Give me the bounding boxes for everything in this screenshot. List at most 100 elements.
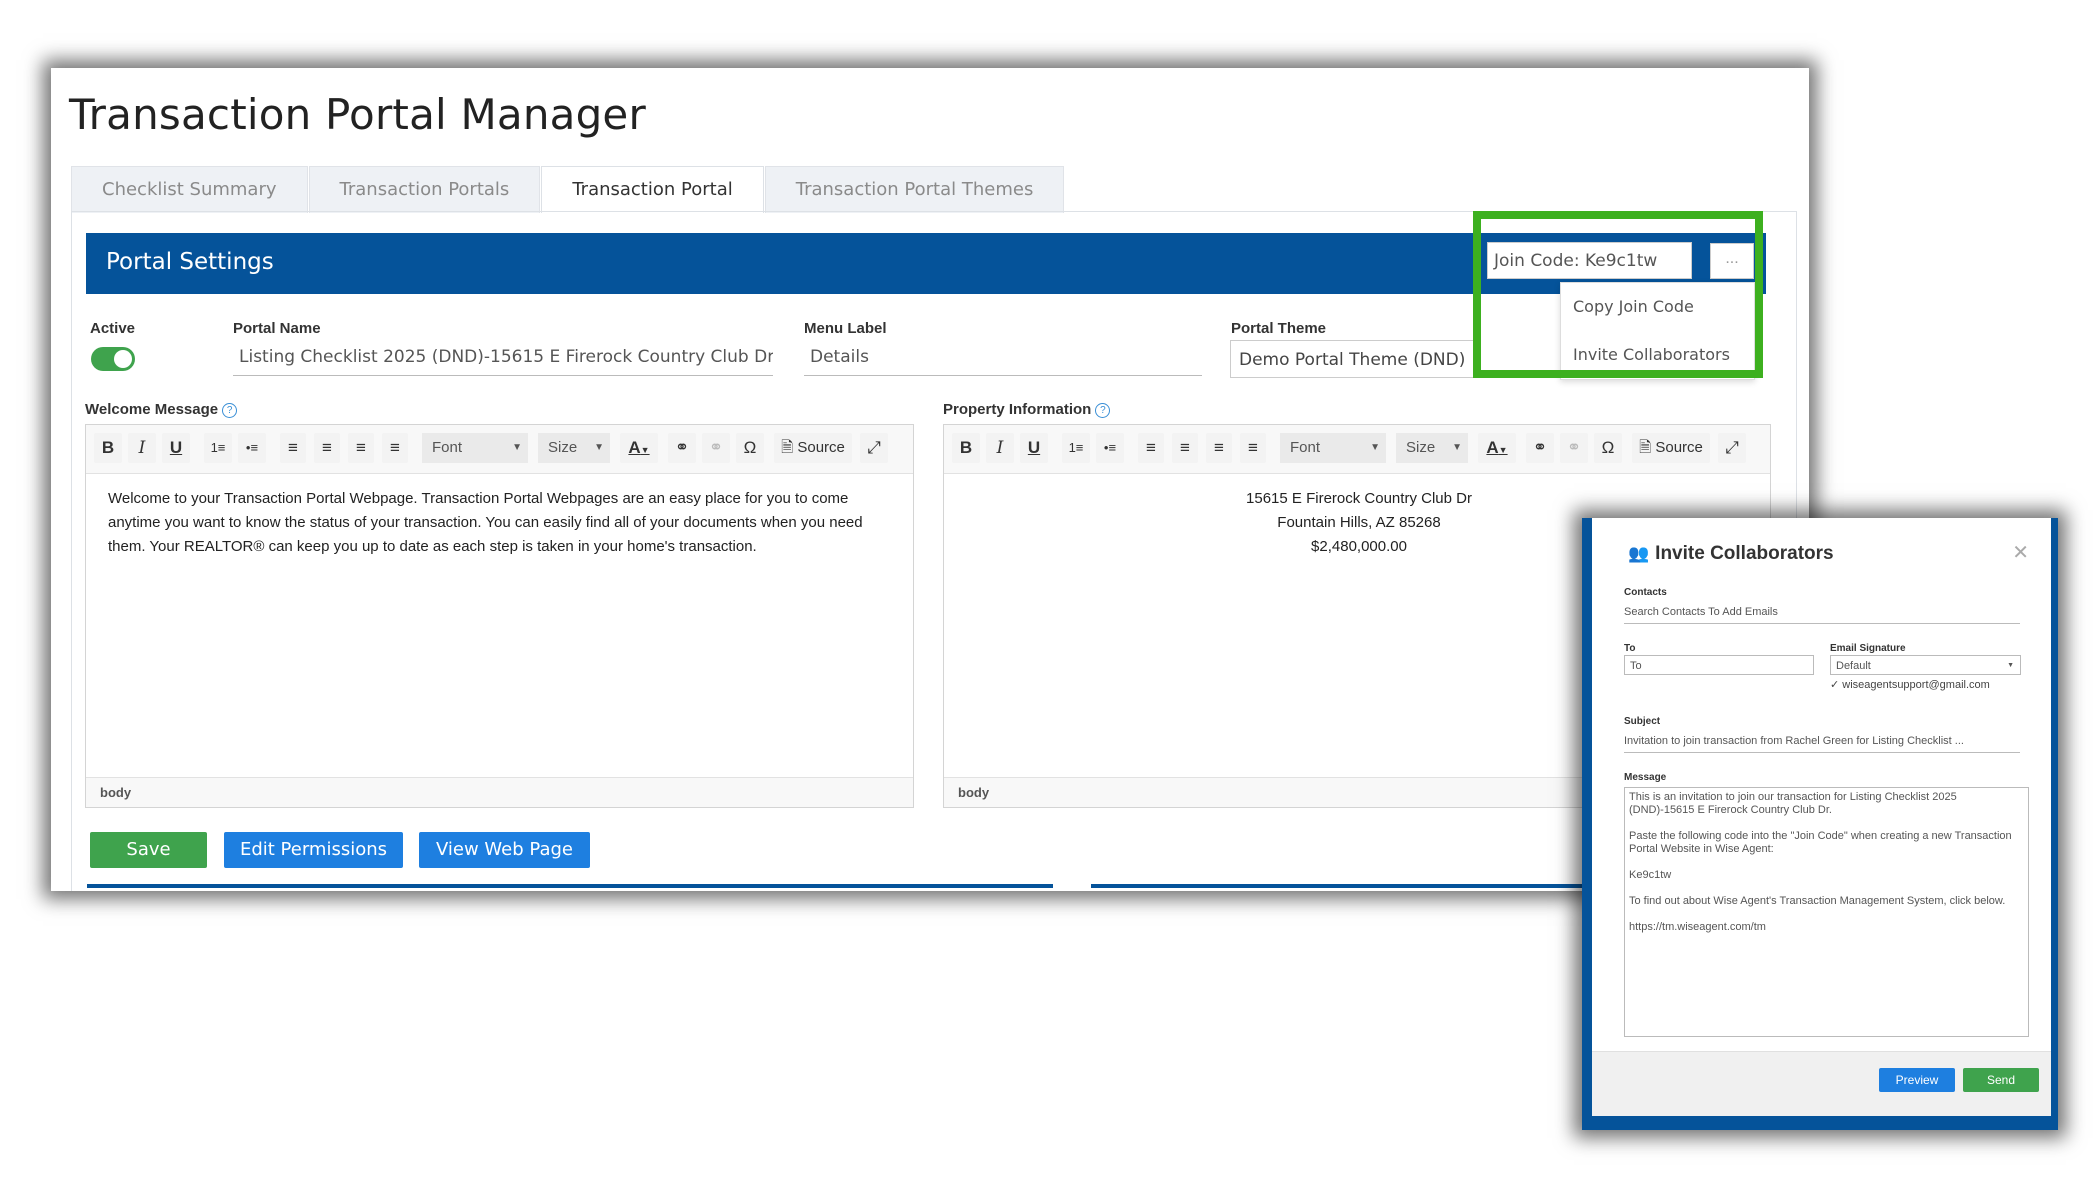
message-paragraph: This is an invitation to join our transa… bbox=[1629, 791, 1957, 816]
section-divider bbox=[1091, 884, 1591, 888]
unlink-icon[interactable]: ⚭ bbox=[702, 433, 730, 463]
property-information-label-text: Property Information bbox=[943, 401, 1092, 418]
help-icon[interactable]: ? bbox=[222, 403, 238, 418]
view-web-page-button[interactable]: View Web Page bbox=[419, 832, 590, 868]
source-label: Source bbox=[1655, 439, 1703, 456]
numbered-list-icon[interactable]: 1≡ bbox=[1062, 433, 1090, 463]
chevron-down-icon: ▼ bbox=[1370, 442, 1380, 453]
message-join-code: Ke9c1tw bbox=[1629, 869, 1672, 881]
signature-email-text: wiseagentsupport@gmail.com bbox=[1842, 679, 1990, 691]
chevron-down-icon: ▼ bbox=[2007, 662, 2014, 669]
bulleted-list-icon[interactable]: •≡ bbox=[1096, 433, 1124, 463]
editor-status-bar: body bbox=[86, 777, 913, 807]
send-button[interactable]: Send bbox=[1963, 1068, 2039, 1092]
email-signature-select[interactable]: Default ▼ bbox=[1830, 655, 2021, 675]
portal-name-label: Portal Name bbox=[233, 320, 321, 337]
source-button[interactable]: 🗎 Source bbox=[1632, 433, 1710, 463]
size-select[interactable]: Size ▼ bbox=[1396, 433, 1468, 463]
modal-title-text: Invite Collaborators bbox=[1655, 543, 1834, 564]
text-color-label: A bbox=[628, 438, 641, 457]
tab-transaction-portal-themes[interactable]: Transaction Portal Themes bbox=[764, 166, 1065, 213]
welcome-message-editor: B I U 1≡ •≡ ≡ ≡ ≡ ≡ Font ▼ Size ▼ A▼ ⚭ ⚭ Ω… bbox=[85, 424, 914, 808]
message-paragraph: To find out about Wise Agent's Transacti… bbox=[1629, 895, 2006, 907]
help-icon[interactable]: ? bbox=[1095, 403, 1111, 418]
text-color-button[interactable]: A▼ bbox=[1478, 433, 1516, 463]
size-select[interactable]: Size ▼ bbox=[538, 433, 610, 463]
tab-transaction-portal[interactable]: Transaction Portal bbox=[541, 166, 764, 213]
unlink-icon[interactable]: ⚭ bbox=[1560, 433, 1588, 463]
align-center-icon[interactable]: ≡ bbox=[1172, 433, 1198, 463]
email-signature-label: Email Signature bbox=[1830, 643, 1906, 654]
align-right-icon[interactable]: ≡ bbox=[1206, 433, 1232, 463]
property-information-label: Property Information? bbox=[943, 401, 1111, 418]
subject-label: Subject bbox=[1624, 716, 1661, 727]
size-select-label: Size bbox=[1406, 439, 1436, 456]
editor-toolbar: B I U 1≡ •≡ ≡ ≡ ≡ ≡ Font ▼ Size ▼ A▼ ⚭ ⚭ Ω… bbox=[944, 425, 1770, 474]
chevron-down-icon: ▼ bbox=[594, 442, 604, 453]
text-color-button[interactable]: A▼ bbox=[620, 433, 658, 463]
special-character-button[interactable]: Ω bbox=[736, 433, 764, 463]
tab-checklist-summary[interactable]: Checklist Summary bbox=[71, 166, 308, 213]
contacts-label: Contacts bbox=[1624, 587, 1667, 598]
subject-input[interactable]: Invitation to join transaction from Rach… bbox=[1624, 735, 2020, 753]
font-select-label: Font bbox=[1290, 439, 1321, 456]
to-label: To bbox=[1624, 643, 1636, 654]
chevron-down-icon: ▼ bbox=[512, 442, 522, 453]
toggle-knob bbox=[114, 350, 132, 368]
source-button[interactable]: 🗎 Source bbox=[774, 433, 852, 463]
portal-theme-select[interactable]: Demo Portal Theme (DND) bbox=[1230, 340, 1474, 378]
check-icon: ✓ bbox=[1830, 679, 1840, 691]
bulleted-list-icon[interactable]: •≡ bbox=[238, 433, 266, 463]
tab-bar: Checklist Summary Transaction Portals Tr… bbox=[71, 166, 1065, 213]
align-justify-icon[interactable]: ≡ bbox=[382, 433, 408, 463]
email-signature-value: Default bbox=[1836, 660, 1871, 672]
bold-button[interactable]: B bbox=[952, 433, 980, 463]
special-character-button[interactable]: Ω bbox=[1594, 433, 1622, 463]
align-left-icon[interactable]: ≡ bbox=[280, 433, 306, 463]
save-button[interactable]: Save bbox=[90, 832, 207, 868]
menu-label-input[interactable]: Details bbox=[804, 347, 1202, 376]
message-textarea[interactable]: This is an invitation to join our transa… bbox=[1624, 787, 2029, 1037]
maximize-icon[interactable]: ⤢ bbox=[1718, 433, 1746, 463]
edit-permissions-button[interactable]: Edit Permissions bbox=[224, 832, 403, 868]
page-title: Transaction Portal Manager bbox=[69, 90, 646, 139]
numbered-list-icon[interactable]: 1≡ bbox=[204, 433, 232, 463]
users-icon: 👥 bbox=[1628, 544, 1650, 563]
editor-toolbar: B I U 1≡ •≡ ≡ ≡ ≡ ≡ Font ▼ Size ▼ A▼ ⚭ ⚭ Ω… bbox=[86, 425, 913, 474]
align-right-icon[interactable]: ≡ bbox=[348, 433, 374, 463]
active-toggle[interactable] bbox=[91, 347, 135, 371]
link-icon[interactable]: ⚭ bbox=[1526, 433, 1554, 463]
welcome-message-content[interactable]: Welcome to your Transaction Portal Webpa… bbox=[108, 487, 895, 559]
align-center-icon[interactable]: ≡ bbox=[314, 433, 340, 463]
underline-button[interactable]: U bbox=[1020, 433, 1048, 463]
tab-transaction-portals[interactable]: Transaction Portals bbox=[308, 166, 541, 213]
message-paragraph: Paste the following code into the "Join … bbox=[1629, 830, 2012, 855]
chevron-down-icon: ▼ bbox=[640, 445, 650, 455]
italic-button[interactable]: I bbox=[986, 433, 1014, 463]
italic-button[interactable]: I bbox=[128, 433, 156, 463]
modal-footer: Preview Send bbox=[1592, 1051, 2051, 1116]
maximize-icon[interactable]: ⤢ bbox=[860, 433, 888, 463]
modal-header: 👥 Invite Collaborators ✕ bbox=[1592, 518, 2051, 565]
bold-button[interactable]: B bbox=[94, 433, 122, 463]
main-window: Transaction Portal Manager Checklist Sum… bbox=[51, 68, 1809, 891]
font-select-label: Font bbox=[432, 439, 463, 456]
underline-button[interactable]: U bbox=[162, 433, 190, 463]
portal-name-input[interactable]: Listing Checklist 2025 (DND)-15615 E Fir… bbox=[233, 347, 773, 376]
font-select[interactable]: Font ▼ bbox=[1280, 433, 1386, 463]
contacts-search-input[interactable]: Search Contacts To Add Emails bbox=[1624, 606, 2020, 624]
size-select-label: Size bbox=[548, 439, 578, 456]
align-justify-icon[interactable]: ≡ bbox=[1240, 433, 1266, 463]
preview-button[interactable]: Preview bbox=[1879, 1068, 1955, 1092]
close-icon[interactable]: ✕ bbox=[2012, 540, 2029, 565]
menu-label-label: Menu Label bbox=[804, 320, 887, 337]
link-icon[interactable]: ⚭ bbox=[668, 433, 696, 463]
property-address-line1: 15615 E Firerock Country Club Dr bbox=[1246, 490, 1472, 507]
font-select[interactable]: Font ▼ bbox=[422, 433, 528, 463]
align-left-icon[interactable]: ≡ bbox=[1138, 433, 1164, 463]
active-label: Active bbox=[90, 320, 136, 337]
to-input[interactable]: To bbox=[1624, 655, 1814, 675]
welcome-message-label: Welcome Message? bbox=[85, 401, 238, 418]
source-label: Source bbox=[797, 439, 845, 456]
welcome-message-label-text: Welcome Message bbox=[85, 401, 219, 418]
